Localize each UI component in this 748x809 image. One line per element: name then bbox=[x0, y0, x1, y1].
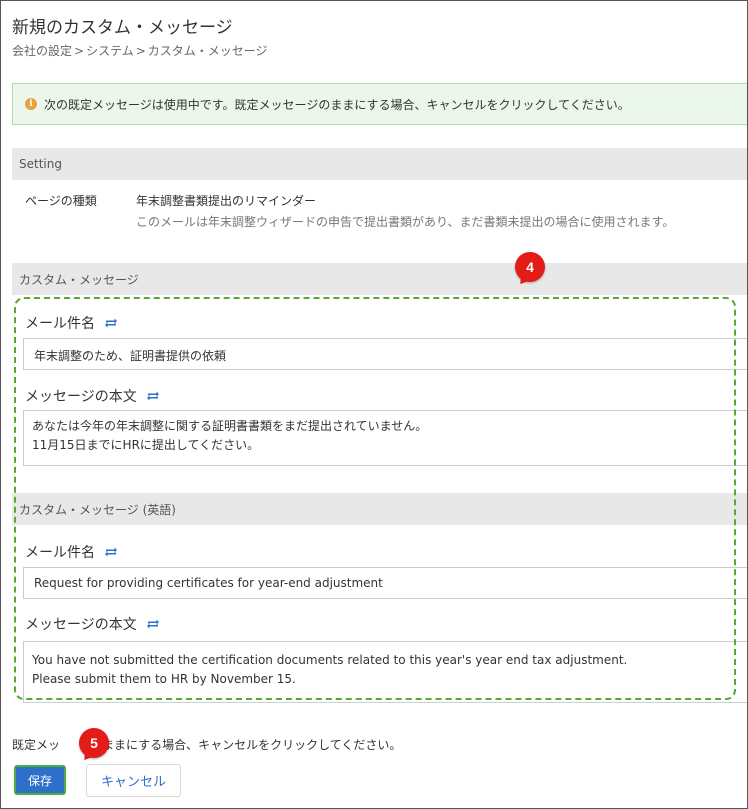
footer-note: 既定メッ ままにする場合、キャンセルをクリックしてください。 bbox=[12, 736, 401, 753]
subject-input[interactable]: 年末調整のため、証明書提供の依頼 bbox=[23, 338, 747, 370]
footer-note-prefix: 既定メッ bbox=[12, 738, 61, 752]
custom-message-en-section-header: カスタム・メッセージ (英語) bbox=[12, 493, 747, 525]
setting-section-title: Setting bbox=[19, 157, 62, 171]
custom-message-section-header: カスタム・メッセージ bbox=[12, 263, 747, 295]
alert-text: 次の既定メッセージは使用中です。既定メッセージのままにする場合、キャンセルをクリ… bbox=[44, 97, 630, 112]
subject-en-field-label: メール件名 bbox=[25, 542, 119, 562]
body-en-label-text: メッセージの本文 bbox=[25, 617, 137, 633]
sync-icon[interactable] bbox=[103, 317, 119, 329]
page-type-description: このメールは年末調整ウィザードの申告で提出書類があり、まだ書類未提出の場合に使用… bbox=[136, 215, 675, 229]
page-type-value: 年末調整書類提出のリマインダー bbox=[136, 194, 317, 208]
subject-en-label-text: メール件名 bbox=[25, 545, 95, 561]
body-en-line: Please submit them to HR by November 15. bbox=[32, 672, 296, 686]
subject-field-label: メール件名 bbox=[25, 313, 119, 333]
callout-badge-5: 5 bbox=[79, 728, 109, 758]
cancel-button[interactable]: キャンセル bbox=[86, 764, 181, 797]
breadcrumb-item-company-settings[interactable]: 会社の設定 bbox=[12, 44, 72, 58]
body-label-text: メッセージの本文 bbox=[25, 389, 137, 405]
breadcrumb-separator: > bbox=[74, 44, 85, 58]
body-en-field-label: メッセージの本文 bbox=[25, 614, 161, 634]
breadcrumb: 会社の設定 > システム > カスタム・メッセージ bbox=[12, 42, 268, 59]
setting-section-header: Setting bbox=[12, 148, 747, 180]
breadcrumb-item-system[interactable]: システム bbox=[86, 44, 134, 58]
body-line: あなたは今年の年末調整に関する証明書書類をまだ提出されていません。 bbox=[32, 419, 428, 433]
custom-message-section-title: カスタム・メッセージ bbox=[19, 272, 139, 287]
subject-label-text: メール件名 bbox=[25, 316, 95, 332]
subject-en-input[interactable]: Request for providing certificates for y… bbox=[23, 567, 747, 599]
body-textarea[interactable]: あなたは今年の年末調整に関する証明書書類をまだ提出されていません。 11月15日… bbox=[23, 410, 747, 466]
breadcrumb-item-custom-message: カスタム・メッセージ bbox=[147, 44, 268, 58]
footer-note-suffix: ままにする場合、キャンセルをクリックしてください。 bbox=[102, 738, 402, 752]
sync-icon[interactable] bbox=[145, 390, 161, 402]
body-line: 11月15日までにHRに提出してください。 bbox=[32, 438, 260, 452]
callout-badge-4: 4 bbox=[515, 252, 545, 282]
body-en-line: You have not submitted the certification… bbox=[32, 653, 628, 667]
subject-input-value: 年末調整のため、証明書提供の依頼 bbox=[34, 349, 227, 363]
callout-number: 4 bbox=[526, 259, 534, 275]
info-icon: i bbox=[25, 98, 37, 110]
callout-number: 5 bbox=[90, 735, 98, 751]
breadcrumb-separator: > bbox=[135, 44, 146, 58]
sync-icon[interactable] bbox=[103, 546, 119, 558]
body-en-textarea[interactable]: You have not submitted the certification… bbox=[23, 641, 747, 703]
custom-message-en-section-title: カスタム・メッセージ (英語) bbox=[19, 502, 176, 517]
page-title: 新規のカスタム・メッセージ bbox=[12, 18, 233, 38]
subject-en-input-value: Request for providing certificates for y… bbox=[34, 576, 383, 590]
info-alert: i 次の既定メッセージは使用中です。既定メッセージのままにする場合、キャンセルを… bbox=[12, 83, 747, 125]
body-field-label: メッセージの本文 bbox=[25, 386, 161, 406]
save-button[interactable]: 保存 bbox=[14, 765, 66, 795]
page-frame: 新規のカスタム・メッセージ 会社の設定 > システム > カスタム・メッセージ i 次の… bbox=[0, 0, 748, 809]
sync-icon[interactable] bbox=[145, 618, 161, 630]
page-type-label: ページの種類 bbox=[25, 194, 97, 208]
